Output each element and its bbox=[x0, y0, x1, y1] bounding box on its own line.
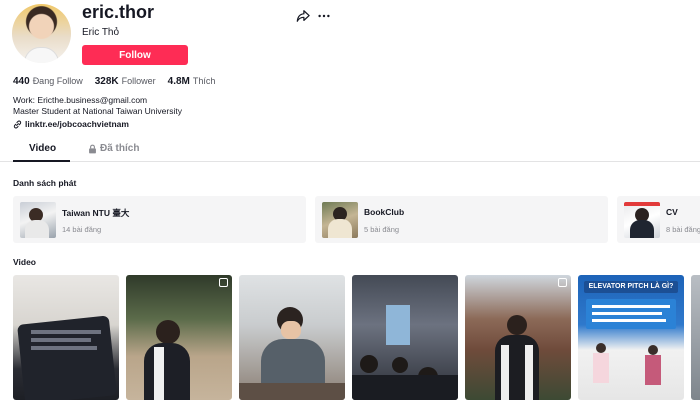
more-options-icon[interactable] bbox=[317, 9, 331, 23]
playlist-thumbnail bbox=[624, 202, 660, 238]
person-head bbox=[392, 357, 408, 373]
stat-following[interactable]: 440 Đang Follow bbox=[13, 76, 83, 87]
person-head bbox=[648, 345, 658, 355]
playlists-heading: Danh sách phát bbox=[13, 178, 77, 188]
video-thumbnail[interactable] bbox=[239, 275, 345, 400]
video-caption: ELEVATOR PITCH LÀ GÌ? bbox=[584, 281, 678, 293]
video-thumbnail[interactable] bbox=[691, 275, 700, 400]
tab-liked-label: Đã thích bbox=[100, 143, 140, 154]
stat-value: 328K bbox=[94, 76, 119, 87]
text-line bbox=[31, 346, 97, 350]
jacket-stripe bbox=[501, 345, 509, 400]
stat-likes: 4.8M Thích bbox=[168, 76, 216, 87]
playlist-card[interactable]: Taiwan NTU 臺大 14 bài đăng bbox=[13, 196, 306, 243]
jacket-stripe bbox=[154, 347, 164, 400]
person-head bbox=[360, 355, 378, 373]
text-line bbox=[592, 305, 670, 308]
playlist-title: CV bbox=[666, 207, 678, 217]
video-thumbnail[interactable]: ELEVATOR PITCH LÀ GÌ? bbox=[578, 275, 684, 400]
playlist-title: Taiwan NTU 臺大 bbox=[62, 208, 130, 218]
video-thumbnail[interactable] bbox=[465, 275, 571, 400]
text-line bbox=[31, 330, 101, 334]
stat-value: 4.8M bbox=[167, 76, 190, 87]
playlist-count: 5 bài đăng bbox=[364, 225, 400, 234]
video-thumbnail[interactable] bbox=[13, 275, 119, 400]
avatar[interactable] bbox=[12, 4, 71, 63]
text-line bbox=[592, 319, 666, 322]
screen-shape bbox=[386, 305, 410, 345]
playlist-count: 8 bài đăng bbox=[666, 225, 700, 234]
profile-stats: 440 Đang Follow 328K Follower 4.8M Thích bbox=[13, 76, 227, 87]
stat-label: Đang Follow bbox=[32, 76, 83, 86]
bio: Work: Ericthe.business@gmail.com Master … bbox=[13, 95, 182, 116]
person-body bbox=[645, 355, 661, 385]
text-line bbox=[592, 312, 662, 315]
stat-followers[interactable]: 328K Follower bbox=[95, 76, 156, 87]
playlist-count: 14 bài đăng bbox=[62, 225, 102, 234]
tab-liked[interactable]: Đã thích bbox=[88, 143, 139, 154]
tablet-shape bbox=[17, 315, 117, 400]
stat-value: 440 bbox=[13, 76, 30, 87]
text-line bbox=[31, 338, 91, 342]
person-face bbox=[281, 321, 301, 339]
person-body bbox=[593, 353, 609, 383]
nickname: Eric Thỏ bbox=[82, 27, 120, 38]
playlist-thumbnail bbox=[20, 202, 56, 238]
stat-label: Thích bbox=[192, 76, 216, 86]
bio-line: Master Student at National Taiwan Univer… bbox=[13, 105, 182, 116]
playlist-card[interactable]: CV 8 bài đăng bbox=[617, 196, 700, 243]
person-body bbox=[144, 343, 190, 400]
video-thumbnail[interactable] bbox=[352, 275, 458, 400]
jacket-stripe bbox=[525, 345, 533, 400]
person-head bbox=[507, 315, 527, 335]
videos-heading: Video bbox=[13, 257, 36, 267]
playlist-card[interactable]: BookClub 5 bài đăng bbox=[315, 196, 608, 243]
link-icon bbox=[13, 120, 22, 128]
playlist-title: BookClub bbox=[364, 207, 405, 217]
active-tab-indicator bbox=[13, 160, 70, 162]
link-text: linktr.ee/jobcoachvietnam bbox=[25, 119, 129, 129]
video-corner-icon bbox=[558, 278, 567, 287]
video-thumbnail[interactable] bbox=[126, 275, 232, 400]
bio-link[interactable]: linktr.ee/jobcoachvietnam bbox=[13, 119, 129, 129]
playlist-thumbnail bbox=[322, 202, 358, 238]
username: eric.thor bbox=[82, 2, 155, 22]
video-corner-icon bbox=[219, 278, 228, 287]
tab-video[interactable]: Video bbox=[29, 143, 56, 154]
lock-icon bbox=[89, 144, 96, 153]
share-icon[interactable] bbox=[296, 9, 310, 23]
desk-shape bbox=[239, 383, 345, 400]
bio-line: Work: Ericthe.business@gmail.com bbox=[13, 95, 148, 105]
follow-button[interactable]: Follow bbox=[82, 45, 188, 65]
audience-shape bbox=[352, 375, 458, 400]
person-head bbox=[596, 343, 606, 353]
stat-label: Follower bbox=[121, 76, 156, 86]
person-head bbox=[156, 320, 180, 344]
avatar-shirt bbox=[24, 47, 59, 63]
profile-tabs: Video Đã thích bbox=[0, 140, 700, 162]
